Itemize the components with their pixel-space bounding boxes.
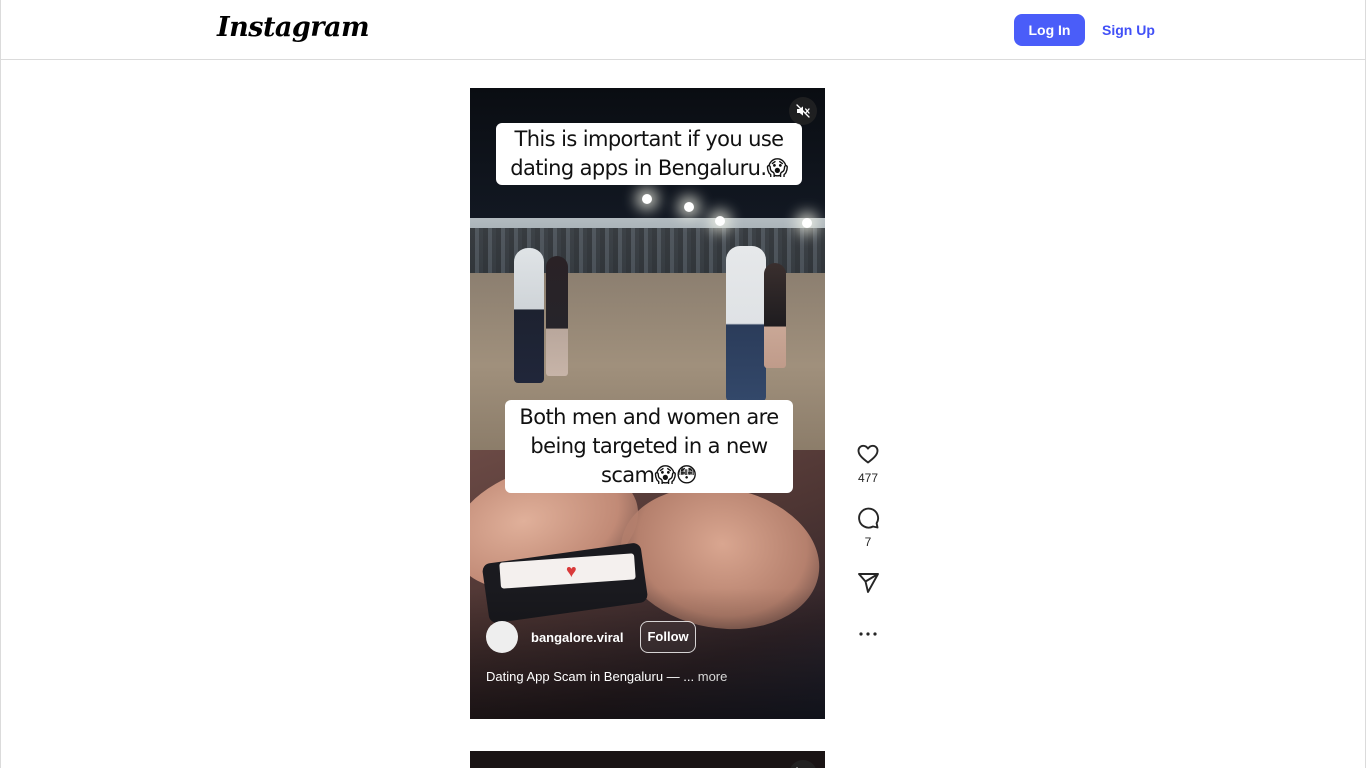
- like-count: 477: [857, 471, 879, 485]
- more-horizontal-icon[interactable]: [856, 622, 880, 646]
- avatar[interactable]: [486, 621, 518, 653]
- reel-video[interactable]: ♥ This is important if you use dating ap…: [470, 88, 825, 719]
- reel-description: Dating App Scam in Bengaluru — ... more: [486, 669, 727, 684]
- mute-button[interactable]: [789, 97, 817, 125]
- instagram-logo[interactable]: Instagram: [217, 12, 370, 43]
- top-nav: Instagram Log In Sign Up: [1, 0, 1365, 60]
- next-mute-button[interactable]: [789, 760, 817, 768]
- comment-count: 7: [864, 535, 872, 549]
- video-caption-top: This is important if you use dating apps…: [496, 123, 802, 185]
- username-link[interactable]: bangalore.viral: [531, 630, 623, 645]
- comment-action: 7: [849, 506, 887, 549]
- paper-plane-icon[interactable]: [856, 571, 880, 595]
- video-caption-bottom: Both men and women are being targeted in…: [505, 400, 793, 493]
- description-text: Dating App Scam in Bengaluru — ...: [486, 669, 695, 684]
- reel-author: bangalore.viral Follow: [486, 621, 696, 653]
- comment-bubble-icon[interactable]: [856, 506, 880, 530]
- follow-button[interactable]: Follow: [640, 621, 696, 653]
- more-link[interactable]: more: [698, 669, 728, 684]
- share-action: [849, 571, 887, 595]
- more-action: [849, 622, 887, 646]
- login-button[interactable]: Log In: [1014, 14, 1085, 46]
- next-reel-video[interactable]: [470, 751, 825, 768]
- page: Instagram Log In Sign Up ♥ This is impor…: [0, 0, 1366, 768]
- speaker-muted-icon: [796, 104, 810, 118]
- heart-icon[interactable]: [856, 442, 880, 466]
- signup-link[interactable]: Sign Up: [1098, 14, 1159, 46]
- like-action: 477: [849, 442, 887, 485]
